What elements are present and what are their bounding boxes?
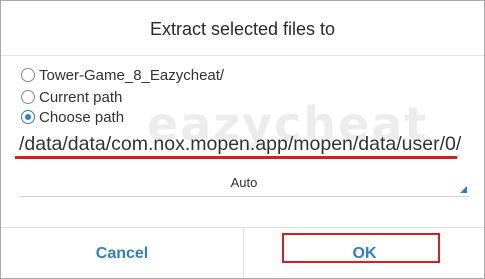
dropdown-corner-icon bbox=[460, 186, 467, 193]
option-archive-folder-label: Tower-Game_8_Eazycheat/ bbox=[39, 66, 225, 84]
ok-button[interactable]: OK bbox=[244, 228, 485, 279]
radio-choose-path[interactable] bbox=[21, 110, 35, 124]
radio-archive-folder[interactable] bbox=[21, 68, 35, 82]
path-input[interactable]: /data/data/com.nox.mopen.app/mopen/data/… bbox=[15, 129, 465, 159]
option-archive-folder[interactable]: Tower-Game_8_Eazycheat/ bbox=[21, 65, 224, 85]
dialog-title: Extract selected files to bbox=[149, 19, 336, 39]
cancel-button[interactable]: Cancel bbox=[1, 228, 243, 279]
title-divider bbox=[1, 55, 484, 56]
option-current-path-label: Current path bbox=[39, 88, 123, 106]
path-input-underline-highlight bbox=[15, 156, 457, 159]
option-choose-path-label: Choose path bbox=[39, 108, 125, 126]
encoding-select[interactable]: Auto bbox=[19, 169, 469, 197]
option-current-path[interactable]: Current path bbox=[21, 87, 122, 107]
radio-current-path[interactable] bbox=[21, 90, 35, 104]
encoding-select-value: Auto bbox=[230, 175, 258, 190]
extract-dialog: Extract selected files to Tower-Game_8_E… bbox=[0, 0, 485, 279]
option-choose-path[interactable]: Choose path bbox=[21, 107, 124, 127]
